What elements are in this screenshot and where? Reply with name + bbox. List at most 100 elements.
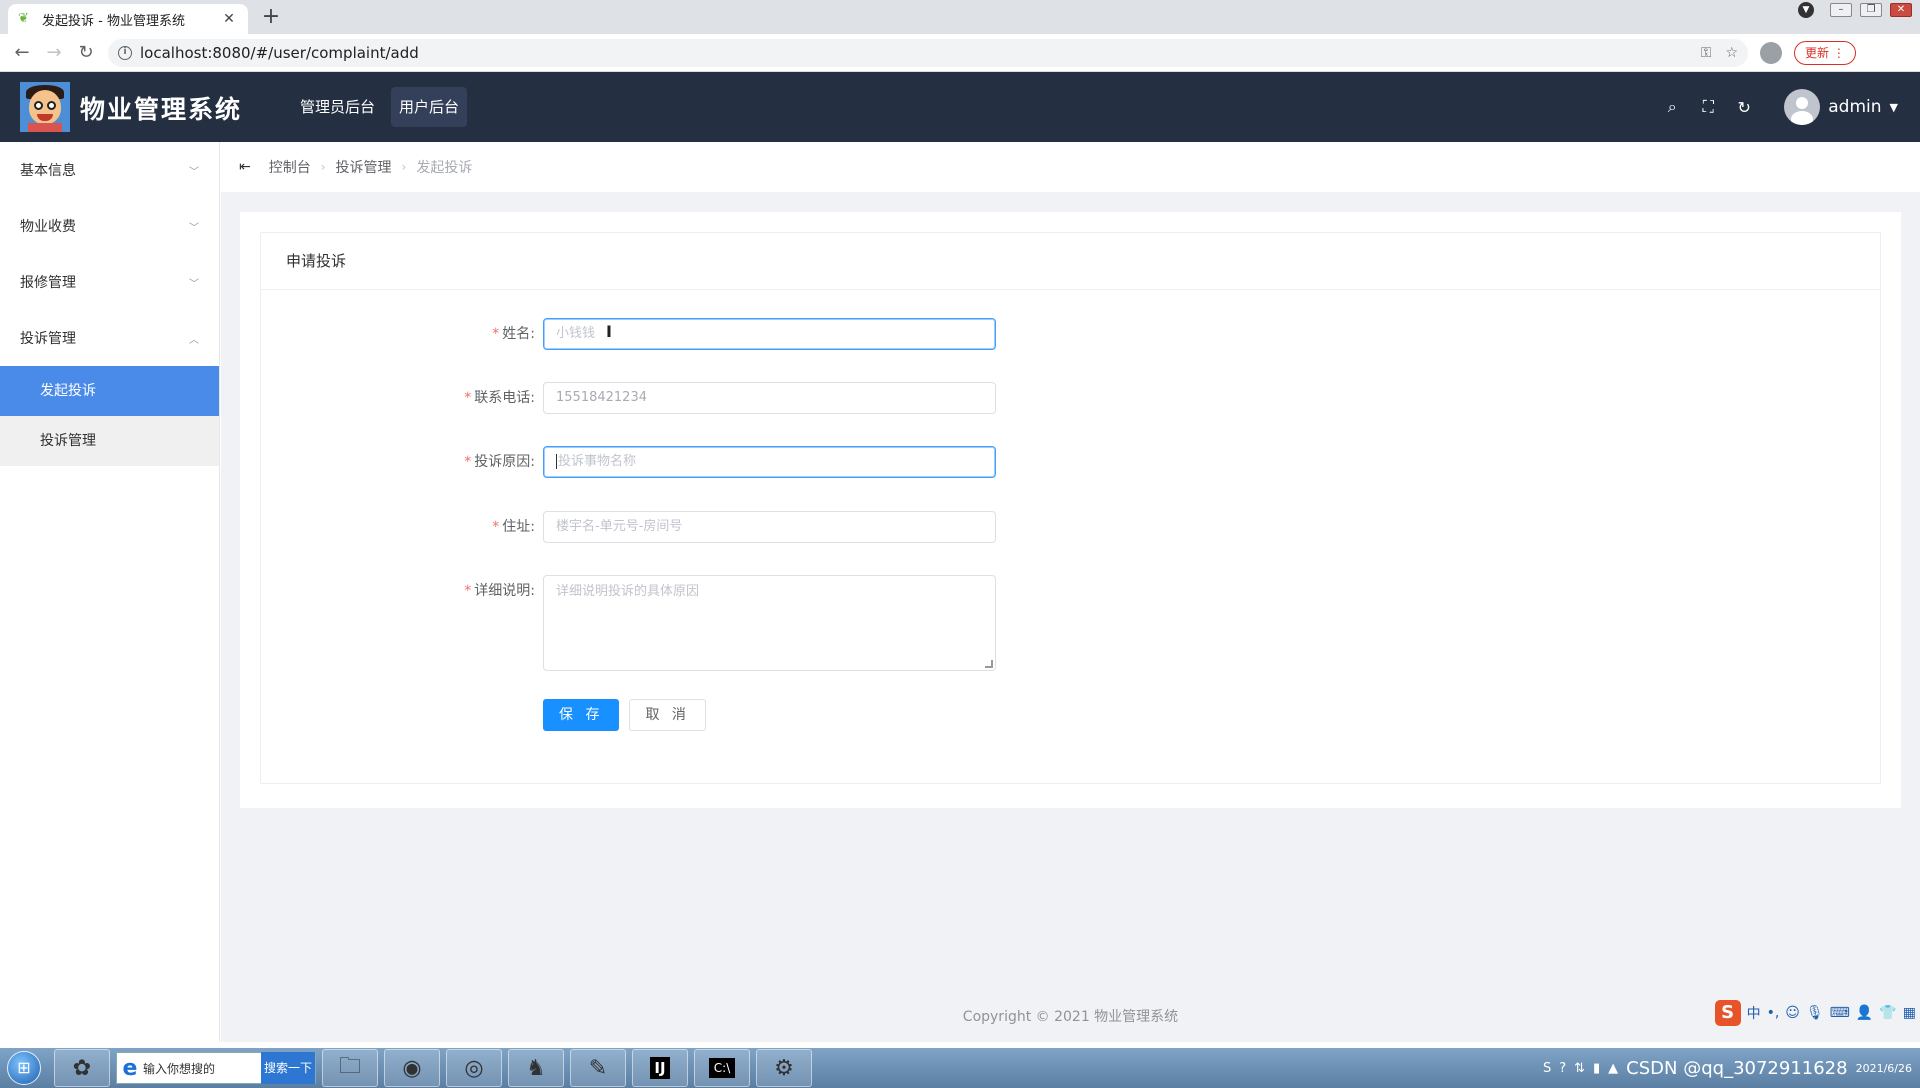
maximize-icon[interactable]: ❐ bbox=[1860, 3, 1882, 17]
avatar[interactable] bbox=[1784, 89, 1821, 125]
collapse-sidebar-icon[interactable]: ⇤ bbox=[239, 159, 251, 175]
search-icon[interactable]: ⌕ bbox=[1664, 97, 1680, 117]
address-bar[interactable]: i localhost:8080/#/user/complaint/add ⚿ … bbox=[108, 38, 1748, 67]
sidebar-group-repair[interactable]: 报修管理 ﹀ bbox=[0, 254, 219, 310]
punctuation-icon[interactable]: •, bbox=[1767, 1005, 1780, 1021]
field-label: * 住址: bbox=[261, 511, 543, 543]
keyboard-icon[interactable]: ⌨ bbox=[1830, 1005, 1850, 1021]
field-label-text: 姓名: bbox=[502, 326, 535, 342]
sidebar-group-complaint[interactable]: 投诉管理 ︿ bbox=[0, 310, 219, 366]
breadcrumb-item[interactable]: 控制台 bbox=[269, 157, 311, 177]
app-logo bbox=[20, 82, 70, 132]
taskbar-app-chrome[interactable]: ◎ bbox=[446, 1049, 502, 1087]
chrome-icon: ◎ bbox=[464, 1055, 484, 1081]
tab-title: 发起投诉 - 物业管理系统 bbox=[42, 13, 185, 29]
required-asterisk: * bbox=[464, 583, 472, 599]
cancel-button[interactable]: 取 消 bbox=[629, 699, 706, 731]
close-window-icon[interactable]: ✕ bbox=[1890, 3, 1912, 17]
bookmark-star-icon[interactable]: ☆ bbox=[1725, 45, 1738, 61]
phone-input[interactable]: 15518421234 bbox=[543, 382, 996, 414]
window-controls: ▼ – ❐ ✕ bbox=[1798, 2, 1912, 18]
update-button[interactable]: 更新 ⋮ bbox=[1794, 40, 1856, 65]
complaint-reason-input[interactable]: 投诉事物名称 bbox=[543, 446, 996, 478]
required-asterisk: * bbox=[492, 519, 500, 535]
form-actions: 保 存 取 消 bbox=[261, 699, 706, 731]
sidebar-group-basic-info[interactable]: 基本信息 ﹀ bbox=[0, 142, 219, 198]
fullscreen-icon[interactable]: ⛶ bbox=[1700, 97, 1716, 117]
sidebar-group-property-fees[interactable]: 物业收费 ﹀ bbox=[0, 198, 219, 254]
close-tab-icon[interactable]: ✕ bbox=[220, 11, 238, 27]
resize-handle-icon[interactable] bbox=[985, 660, 993, 668]
browser-toolbar: ← → ↻ i localhost:8080/#/user/complaint/… bbox=[0, 34, 1920, 72]
sidebar-item-complaint-management[interactable]: 投诉管理 bbox=[0, 416, 219, 466]
required-asterisk: * bbox=[464, 454, 472, 470]
chinese-mode-icon[interactable]: 中 bbox=[1747, 1003, 1761, 1023]
text-cursor-icon: I bbox=[606, 322, 612, 341]
address-input[interactable]: 楼宇名-单元号-房间号 bbox=[543, 511, 996, 543]
breadcrumb-item[interactable]: 投诉管理 bbox=[336, 157, 392, 177]
taskbar-app-colorful[interactable]: ✿ bbox=[54, 1049, 110, 1087]
complaint-form-panel: 申请投诉 * 姓名: 小钱钱 I * 联系电话: 15518421234 * 投诉原因… bbox=[260, 232, 1881, 784]
nav-user-backend[interactable]: 用户后台 bbox=[391, 87, 468, 127]
back-icon[interactable]: ← bbox=[6, 42, 38, 63]
intellij-icon: IJ bbox=[650, 1057, 670, 1079]
clock[interactable]: 2021/6/26 bbox=[1856, 1062, 1912, 1075]
help-icon[interactable]: ? bbox=[1559, 1061, 1566, 1076]
form-row-address: * 住址: 楼宇名-单元号-房间号 bbox=[261, 511, 996, 543]
sogou-logo-icon[interactable]: S bbox=[1714, 1000, 1741, 1026]
breadcrumb-item-current: 发起投诉 bbox=[416, 160, 473, 176]
main-content: ⇤ 控制台 › 投诉管理 › 发起投诉 申请投诉 * 姓名: 小钱钱 I * 联系电… bbox=[221, 142, 1920, 1042]
field-label: * 详细说明: bbox=[261, 575, 543, 607]
battery-icon[interactable]: ▮ bbox=[1593, 1061, 1600, 1076]
profile-avatar-icon[interactable] bbox=[1760, 41, 1782, 64]
key-icon[interactable]: ⚿ bbox=[1701, 45, 1712, 61]
taskbar-search[interactable]: e 输入你想搜的 搜索一下 bbox=[116, 1052, 316, 1084]
microphone-icon[interactable]: 🎙 bbox=[1806, 1005, 1824, 1021]
windows-start-icon: ⊞ bbox=[7, 1051, 41, 1085]
user-menu[interactable]: admin ▼ bbox=[1784, 89, 1898, 125]
taskbar-app-explorer[interactable]: 🗀 bbox=[322, 1049, 378, 1087]
site-info-icon[interactable]: i bbox=[118, 45, 132, 60]
forward-icon[interactable]: → bbox=[38, 42, 70, 63]
taskbar-app-firefox[interactable]: ◉ bbox=[384, 1049, 440, 1087]
sidebar-group-label: 报修管理 bbox=[20, 275, 76, 291]
nav-admin-backend[interactable]: 管理员后台 bbox=[292, 87, 383, 127]
show-hidden-icon[interactable]: ▲ bbox=[1608, 1061, 1618, 1076]
taskbar-app-cmd[interactable]: C:\ bbox=[694, 1049, 750, 1087]
start-button[interactable]: ⊞ bbox=[0, 1048, 48, 1088]
refresh-icon[interactable]: ↻ bbox=[1736, 98, 1752, 117]
user-icon[interactable]: 👤 bbox=[1856, 1005, 1873, 1021]
caret-down-icon: ▼ bbox=[1889, 100, 1898, 114]
emoji-icon[interactable]: ☺ bbox=[1785, 1005, 1800, 1021]
sidebar-item-submit-complaint[interactable]: 发起投诉 bbox=[0, 366, 219, 416]
taskbar-app-intellij[interactable]: IJ bbox=[632, 1049, 688, 1087]
field-label-text: 住址: bbox=[502, 519, 535, 535]
details-textarea[interactable]: 详细说明投诉的具体原因 bbox=[543, 575, 996, 671]
sogou-tray-icon[interactable]: S bbox=[1543, 1061, 1551, 1076]
field-label: * 投诉原因: bbox=[261, 446, 543, 478]
save-button[interactable]: 保 存 bbox=[543, 699, 620, 731]
taskbar-app-tool[interactable]: ⚙ bbox=[756, 1049, 812, 1087]
network-icon[interactable]: ⇅ bbox=[1574, 1061, 1585, 1076]
minimize-icon[interactable]: – bbox=[1830, 3, 1852, 17]
new-tab-button[interactable]: + bbox=[258, 4, 284, 30]
form-row-reason: * 投诉原因: 投诉事物名称 bbox=[261, 446, 996, 478]
reload-icon[interactable]: ↻ bbox=[70, 42, 102, 63]
grid-icon[interactable]: ▦ bbox=[1903, 1005, 1916, 1021]
skin-icon[interactable]: 👕 bbox=[1879, 1005, 1896, 1021]
tab-search-icon[interactable]: ▼ bbox=[1798, 2, 1814, 18]
breadcrumb-separator-icon: › bbox=[320, 160, 326, 174]
app-title: 物业管理系统 bbox=[80, 95, 243, 124]
top-nav: 管理员后台 用户后台 bbox=[292, 87, 468, 127]
content-card: 申请投诉 * 姓名: 小钱钱 I * 联系电话: 15518421234 * 投诉原因… bbox=[240, 212, 1901, 808]
placeholder: 详细说明投诉的具体原因 bbox=[556, 584, 700, 599]
sidebar-group-label: 物业收费 bbox=[20, 219, 76, 235]
placeholder: 15518421234 bbox=[556, 390, 647, 405]
search-go-button[interactable]: 搜索一下 bbox=[261, 1052, 315, 1084]
field-label-text: 详细说明: bbox=[474, 583, 535, 599]
breadcrumb-bar: ⇤ 控制台 › 投诉管理 › 发起投诉 bbox=[221, 142, 1920, 192]
chevron-down-icon: ﹀ bbox=[189, 278, 199, 290]
taskbar-app-notes[interactable]: ✎ bbox=[570, 1049, 626, 1087]
browser-tab[interactable]: ❦ 发起投诉 - 物业管理系统 ✕ bbox=[8, 4, 248, 34]
taskbar-app-character[interactable]: ♞ bbox=[508, 1049, 564, 1087]
